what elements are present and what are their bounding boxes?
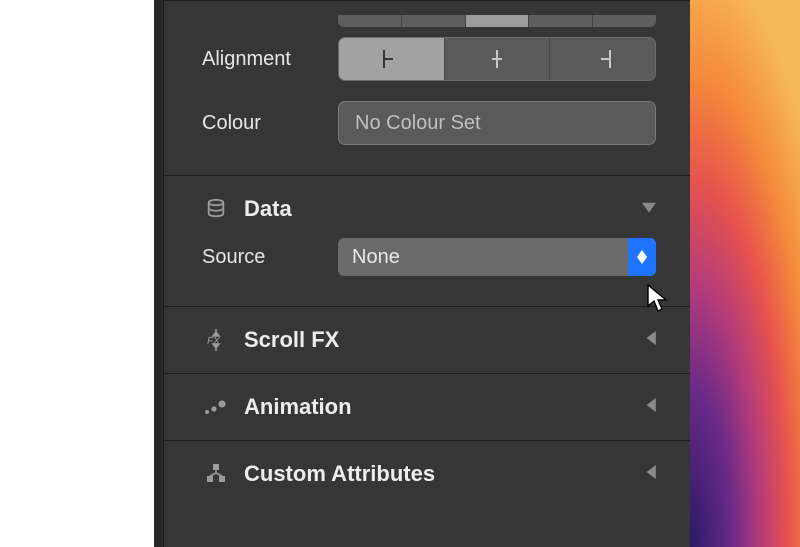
animation-icon [202, 395, 230, 419]
inspector-panel: Alignment Colour [154, 0, 690, 547]
colour-row: Colour No Colour Set [154, 91, 690, 155]
clipped-segmented-control[interactable] [338, 15, 656, 27]
clipped-top-group: Alignment Colour [154, 0, 690, 175]
scroll-fx-section: FX Scroll FX [154, 306, 690, 373]
animation-title: Animation [244, 394, 644, 420]
svg-text:FX: FX [207, 336, 220, 347]
chevron-left-icon [644, 331, 656, 350]
align-left-icon [380, 50, 402, 68]
scroll-fx-header[interactable]: FX Scroll FX [154, 321, 690, 359]
colour-label: Colour [154, 112, 338, 135]
alignment-segmented-control [338, 37, 656, 81]
custom-attributes-title: Custom Attributes [244, 461, 644, 487]
animation-header[interactable]: Animation [154, 388, 690, 426]
colour-well[interactable]: No Colour Set [338, 101, 656, 145]
data-section: Data Source None [154, 175, 690, 306]
desktop-wallpaper [690, 0, 800, 547]
chevron-left-icon [644, 465, 656, 484]
source-row: Source None [154, 228, 690, 286]
database-icon [202, 197, 230, 221]
alignment-row: Alignment [154, 27, 690, 91]
stepper-arrows-icon [628, 238, 656, 276]
colour-value: No Colour Set [355, 112, 481, 135]
source-popup[interactable]: None [338, 238, 656, 276]
source-value: None [338, 238, 628, 276]
alignment-label: Alignment [154, 48, 338, 71]
data-section-title: Data [244, 196, 642, 222]
custom-attributes-section: Custom Attributes [154, 440, 690, 507]
panel-gutter [154, 0, 164, 547]
align-center-icon [486, 50, 508, 68]
chevron-down-icon [642, 200, 656, 219]
data-section-header[interactable]: Data [154, 190, 690, 228]
custom-attributes-icon [202, 462, 230, 486]
align-left-button[interactable] [339, 38, 445, 80]
align-center-button[interactable] [445, 38, 551, 80]
scroll-fx-title: Scroll FX [244, 327, 644, 353]
scroll-fx-icon: FX [202, 328, 230, 352]
animation-section: Animation [154, 373, 690, 440]
source-label: Source [154, 246, 338, 269]
chevron-left-icon [644, 398, 656, 417]
align-right-icon [592, 50, 614, 68]
align-right-button[interactable] [550, 38, 655, 80]
custom-attributes-header[interactable]: Custom Attributes [154, 455, 690, 493]
